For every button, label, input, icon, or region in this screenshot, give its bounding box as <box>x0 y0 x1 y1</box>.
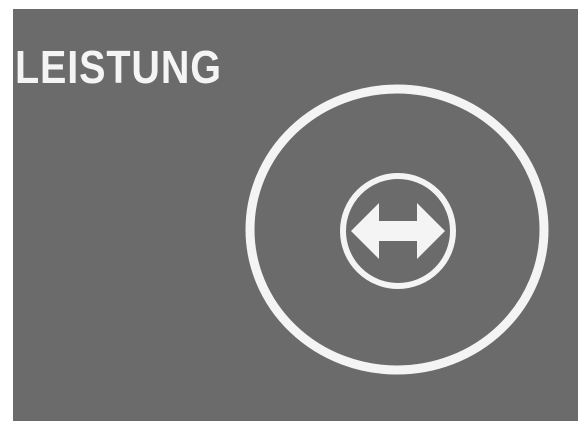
left-right-arrow-icon <box>339 172 457 290</box>
screen-title: LEISTUNG <box>15 41 222 93</box>
display-screen: LEISTUNG <box>13 9 578 421</box>
power-dial-control[interactable] <box>245 84 549 375</box>
